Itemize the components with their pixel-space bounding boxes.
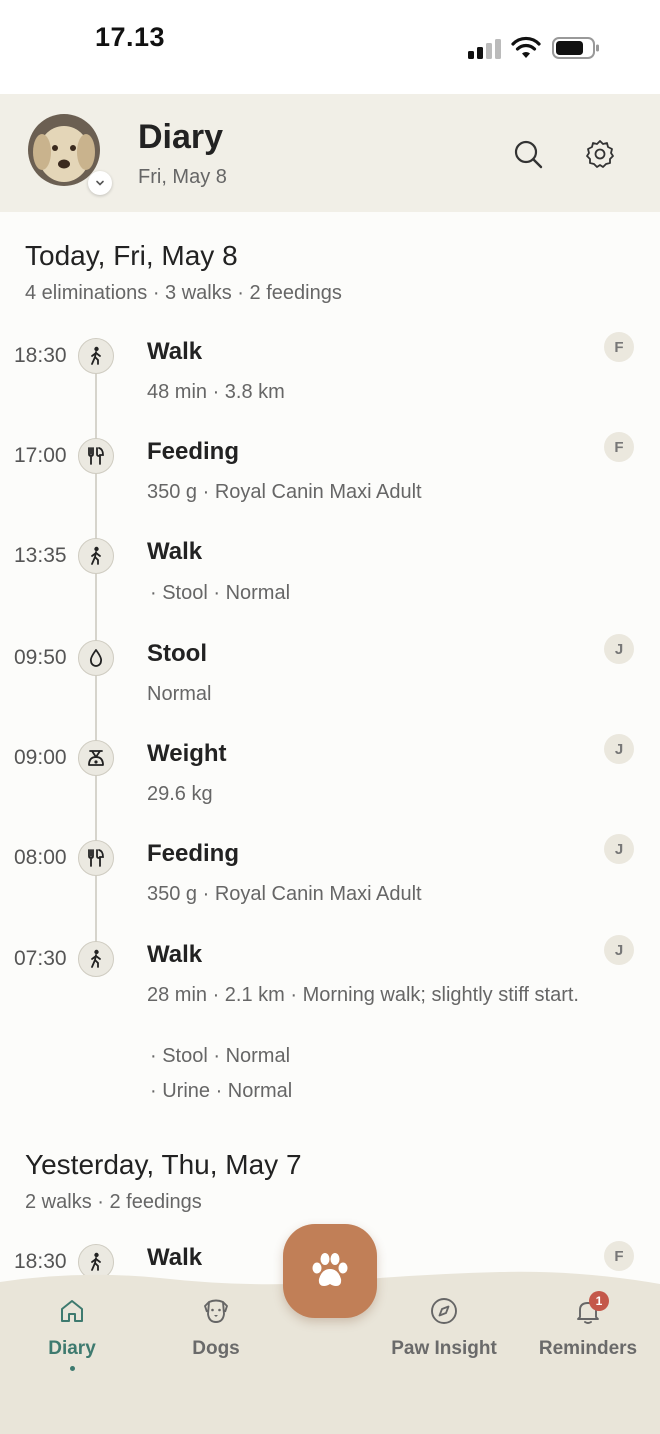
wifi-icon [511,36,541,58]
entry-time: 09:50 [14,646,67,669]
entry-title: Weight [147,740,227,767]
day-title: Yesterday, Thu, May 7 [25,1149,302,1180]
author-badge: J [604,734,634,764]
entry-time: 09:00 [14,746,67,769]
entry-time: 17:00 [14,444,67,467]
entry-title: Walk [147,941,203,968]
cellular-signal-icon [468,39,501,59]
entry-title: Feeding [147,438,240,465]
compass-icon [429,1296,459,1326]
entry-detail: Normal [147,683,212,705]
home-icon [57,1296,87,1326]
day-summary: 2 walks · 2 feedings [25,1191,202,1213]
dog-icon [201,1296,231,1326]
day-header-today: Today, Fri, May 8 4 eliminations · 3 wal… [25,240,342,305]
author-badge: F [604,1241,634,1271]
nav-item-diary[interactable]: Diary [12,1296,132,1376]
day-header-yesterday: Yesterday, Thu, May 7 2 walks · 2 feedin… [25,1149,302,1214]
entry-time: 18:30 [14,344,67,367]
feeding-icon [78,840,114,876]
stool-icon [78,640,114,676]
entry-title: Stool [147,640,207,667]
entry-detail: 48 min · 3.8 km [147,381,285,403]
entry-title: Walk [147,538,203,565]
nav-item-dogs[interactable]: Dogs [156,1296,276,1376]
nav-label: Diary [48,1338,96,1359]
walk-icon [78,338,114,374]
entry-detail: 350 g · Royal Canin Maxi Adult [147,883,422,905]
page-title: Diary [138,118,224,156]
status-bar: 17.13 [0,0,660,94]
settings-button[interactable] [582,136,618,172]
author-badge: J [604,935,634,965]
day-title: Today, Fri, May 8 [25,240,238,271]
nav-label: Paw Insight [391,1338,497,1359]
entry-time: 13:35 [14,544,67,567]
dog-switcher-chevron-icon[interactable] [88,171,112,195]
author-badge: F [604,432,634,462]
entry-detail: 28 min · 2.1 km · Morning walk; slightly… [147,984,579,1006]
search-button[interactable] [510,136,546,172]
entry-title: Feeding [147,840,240,867]
gear-icon [586,140,614,168]
nav-label: Dogs [192,1338,240,1359]
app-header: Diary Fri, May 8 [0,94,660,212]
nav-label: Reminders [538,1338,638,1359]
walk-icon [78,941,114,977]
status-time: 17.13 [95,22,166,52]
nav-item-reminders[interactable]: Reminders [528,1296,648,1376]
entry-sub-item: · Urine · Normal [150,1080,293,1102]
paw-icon [312,1253,348,1286]
active-indicator [69,1366,75,1371]
author-badge: F [604,332,634,362]
entry-detail: 350 g · Royal Canin Maxi Adult [147,481,422,503]
entry-time: 08:00 [14,846,67,869]
walk-icon [78,538,114,574]
entry-detail: 29.6 kg [147,783,213,805]
page-subtitle: Fri, May 8 [138,166,227,188]
reminders-count-badge: 1 [589,1291,609,1311]
battery-icon [552,37,599,59]
entry-sub-item: · Stool · Normal [150,1045,291,1067]
nav-item-paw-insight[interactable]: Paw Insight [384,1296,504,1376]
author-badge: J [604,634,634,664]
weight-icon [78,740,114,776]
entry-title: Walk [147,338,203,365]
entry-sub-item: · Stool · Normal [150,582,291,604]
feeding-icon [78,438,114,474]
entry-time: 07:30 [14,947,67,970]
day-summary: 4 eliminations · 3 walks · 2 feedings [25,282,342,304]
author-badge: J [604,834,634,864]
add-entry-button[interactable] [283,1224,377,1318]
search-icon [514,140,543,169]
